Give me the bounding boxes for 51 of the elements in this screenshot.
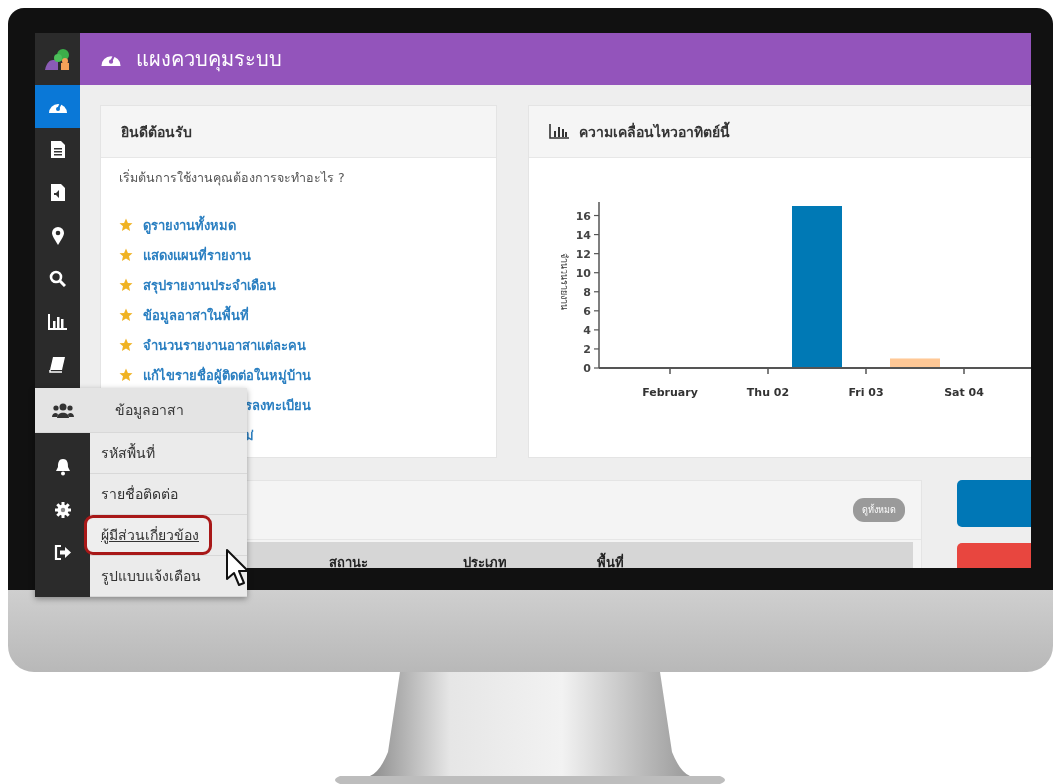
map-pin-icon — [50, 226, 65, 245]
quick-link[interactable]: ดูรายงานทั้งหมด — [143, 214, 236, 236]
menu-item[interactable]: รหัสพื้นที่ — [84, 433, 168, 473]
menu-item[interactable]: รายชื่อติดต่อ — [84, 474, 191, 514]
menu-item[interactable]: ผู้มีส่วนเกี่ยวข้อง — [84, 515, 212, 555]
card-title: ความเคลื่อนไหวอาทิตย์นี้ — [579, 120, 730, 142]
quick-link[interactable]: รลงทะเบียน — [245, 394, 311, 416]
menu-item[interactable]: ข้อมูลอาสา — [98, 390, 197, 430]
y-tick-label: 16 — [575, 209, 591, 223]
page-title: แผงควบคุมระบบ — [136, 46, 282, 74]
bar-chart-icon — [549, 124, 569, 139]
quick-link[interactable]: แสดงแผนที่รายงาน — [143, 244, 251, 266]
star-icon — [119, 248, 133, 262]
intro-text: เริ่มต้นการใช้งานคุณต้องการจะทำอะไร ? — [119, 168, 346, 188]
y-tick-label: 10 — [575, 266, 591, 280]
people-icon — [51, 402, 74, 418]
star-icon — [119, 218, 133, 232]
logout-icon[interactable] — [53, 545, 72, 560]
document-icon — [49, 140, 66, 159]
x-tick-label: Sat 04 — [944, 386, 984, 399]
audio-file-icon — [49, 183, 66, 202]
quick-link[interactable]: สรุปรายงานประจำเดือน — [143, 274, 276, 296]
bar-chart-icon — [47, 313, 68, 330]
y-tick-label: 0 — [583, 362, 591, 375]
column-header: ประเภท — [463, 553, 508, 568]
y-tick-label: 4 — [583, 323, 591, 337]
y-tick-label: 12 — [575, 247, 591, 261]
book-icon — [49, 356, 66, 373]
menu-item[interactable]: รูปแบบแจ้งเตือน — [84, 556, 214, 596]
quick-link[interactable]: แก้ไขรายชื่อผู้ติดต่อในหมู่บ้าน — [143, 364, 311, 386]
settings-icon[interactable] — [54, 501, 71, 518]
quick-link[interactable]: จำนวนรายงานอาสาแต่ละคน — [143, 334, 306, 356]
x-tick-label: Thu 02 — [746, 386, 790, 399]
star-icon — [119, 308, 133, 322]
y-tick-label: 8 — [583, 285, 591, 299]
bell-icon[interactable] — [54, 457, 71, 476]
y-tick-label: 14 — [575, 228, 591, 242]
column-header: สถานะ — [329, 553, 369, 568]
x-tick-label: Fri 03 — [848, 386, 884, 399]
view-all-button[interactable]: ดูทั้งหมด — [853, 498, 905, 522]
y-tick-label: 2 — [583, 342, 591, 356]
star-icon — [119, 338, 133, 352]
quick-link[interactable]: ข้อมูลอาสาในพื้นที่ — [143, 304, 249, 326]
star-icon — [119, 278, 133, 292]
x-tick-label: February — [642, 386, 698, 399]
card-title: ยินดีต้อนรับ — [121, 122, 192, 142]
column-header: พื้นที่ — [597, 551, 625, 568]
y-tick-label: 6 — [583, 304, 591, 318]
star-icon — [119, 368, 133, 382]
search-icon — [49, 270, 66, 287]
y-axis-label: จำนวนรายงาน — [559, 252, 569, 310]
